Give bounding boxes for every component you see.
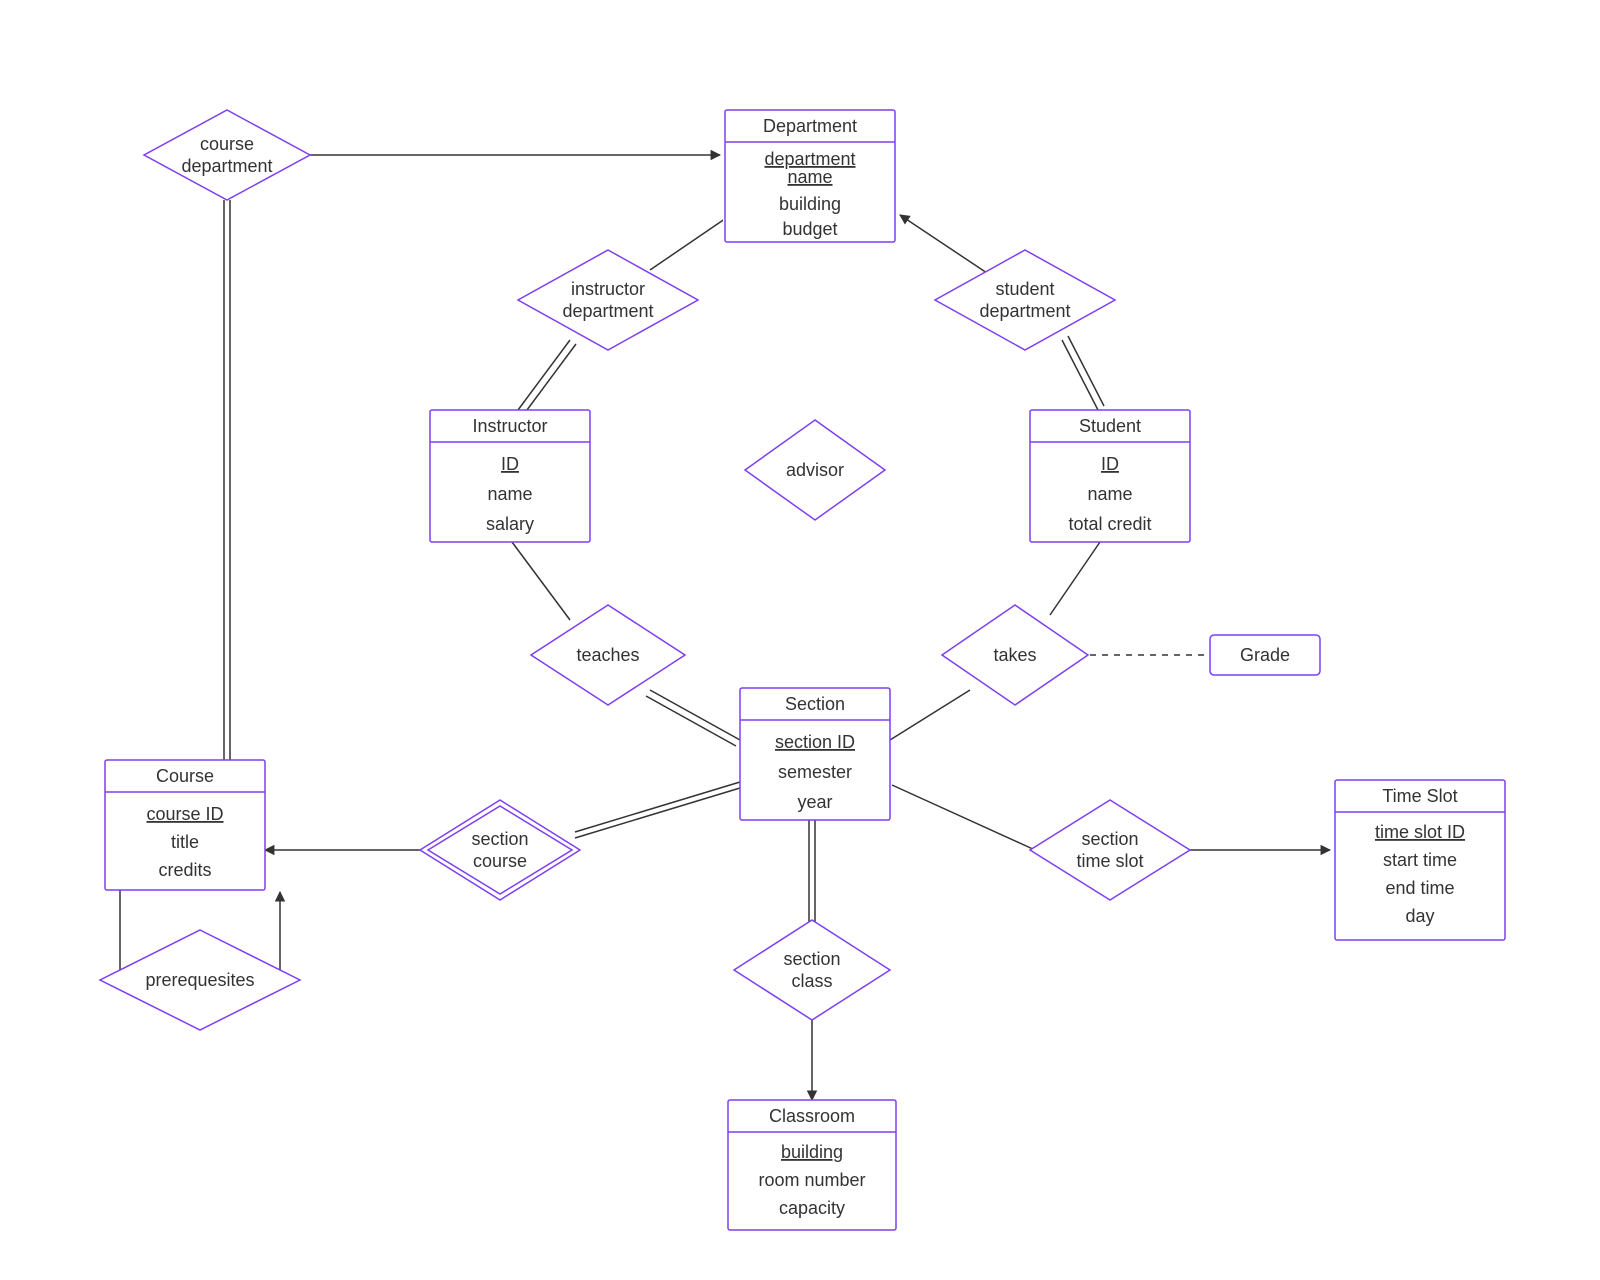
svg-text:Department: Department: [763, 116, 857, 136]
relationship-instructor-department: instructordepartment: [518, 250, 698, 350]
edge-takes-to-student: [1050, 542, 1100, 615]
relationship-section-class: sectionclass: [734, 920, 890, 1020]
edge-section-course-to-section-a: [575, 782, 740, 832]
edge-teaches-to-section-b: [646, 696, 736, 746]
edge-student-dept-to-student-b: [1068, 336, 1104, 406]
svg-text:takes: takes: [993, 645, 1036, 665]
edge-takes-to-section: [890, 690, 970, 740]
entity-department: Department department name building budg…: [725, 110, 895, 242]
entity-section: Section section ID semester year: [740, 688, 890, 820]
svg-text:Section: Section: [785, 694, 845, 714]
entity-grade: Grade: [1210, 635, 1320, 675]
edge-instructor-dept-to-instructor-a: [518, 340, 570, 410]
relationship-takes: takes: [942, 605, 1088, 705]
relationship-student-department: studentdepartment: [935, 250, 1115, 350]
svg-text:Grade: Grade: [1240, 645, 1290, 665]
svg-text:budget: budget: [782, 219, 837, 239]
entity-classroom: Classroom building room number capacity: [728, 1100, 896, 1230]
svg-text:capacity: capacity: [779, 1198, 845, 1218]
svg-text:teaches: teaches: [576, 645, 639, 665]
svg-text:credits: credits: [158, 860, 211, 880]
svg-text:title: title: [171, 832, 199, 852]
svg-text:building: building: [781, 1142, 843, 1162]
svg-text:total credit: total credit: [1068, 514, 1151, 534]
edge-section-course-to-section-b: [575, 788, 740, 838]
entity-student: Student ID name total credit: [1030, 410, 1190, 542]
edge-instructor-dept-to-instructor-b: [524, 344, 576, 414]
entity-course: Course course ID title credits: [105, 760, 265, 890]
edge-teaches-to-instructor: [512, 542, 570, 620]
svg-text:ID: ID: [1101, 454, 1119, 474]
relationship-advisor: advisor: [745, 420, 885, 520]
svg-text:name: name: [1087, 484, 1132, 504]
edge-instructor-dept-to-department: [650, 212, 735, 270]
svg-text:Time Slot: Time Slot: [1382, 786, 1457, 806]
svg-text:ID: ID: [501, 454, 519, 474]
svg-text:name: name: [487, 484, 532, 504]
svg-text:room number: room number: [758, 1170, 865, 1190]
relationship-prerequisites: prerequesites: [100, 930, 300, 1030]
svg-text:advisor: advisor: [786, 460, 844, 480]
entity-timeslot: Time Slot time slot ID start time end ti…: [1335, 780, 1505, 940]
svg-text:Student: Student: [1079, 416, 1141, 436]
svg-text:Classroom: Classroom: [769, 1106, 855, 1126]
edge-section-timeslot-to-section: [892, 785, 1035, 850]
edge-student-dept-to-student-a: [1062, 340, 1098, 410]
svg-text:end time: end time: [1385, 878, 1454, 898]
svg-text:Course: Course: [156, 766, 214, 786]
svg-text:year: year: [797, 792, 832, 812]
edge-teaches-to-section-a: [650, 690, 740, 740]
svg-text:building: building: [779, 194, 841, 214]
svg-text:name: name: [787, 167, 832, 187]
relationship-teaches: teaches: [531, 605, 685, 705]
entity-instructor: Instructor ID name salary: [430, 410, 590, 542]
svg-text:semester: semester: [778, 762, 852, 782]
relationship-section-timeslot: sectiontime slot: [1030, 800, 1190, 900]
svg-text:Instructor: Instructor: [472, 416, 547, 436]
svg-text:department: department: [764, 149, 855, 169]
svg-text:day: day: [1405, 906, 1434, 926]
svg-text:salary: salary: [486, 514, 534, 534]
svg-text:time slot ID: time slot ID: [1375, 822, 1465, 842]
edge-student-dept-to-department: [900, 215, 990, 275]
svg-text:section ID: section ID: [775, 732, 855, 752]
svg-text:prerequesites: prerequesites: [145, 970, 254, 990]
relationship-section-course: sectioncourse: [420, 800, 580, 900]
svg-text:course ID: course ID: [146, 804, 223, 824]
relationship-course-department: coursedepartment: [144, 110, 310, 200]
svg-text:start time: start time: [1383, 850, 1457, 870]
